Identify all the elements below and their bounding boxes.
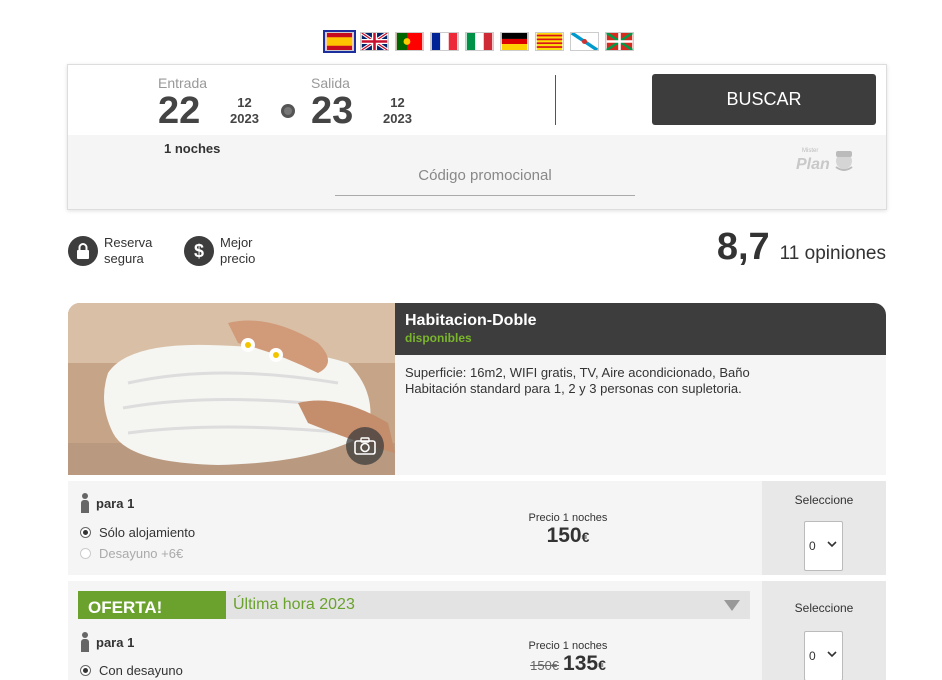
checkout-month-year[interactable]: 12 2023 [383,95,412,127]
secure-line2: segura [104,251,144,266]
secure-line1: Reserva [104,235,153,250]
person-icon [80,632,90,652]
select-value: 0 [809,539,816,553]
price-currency: € [598,657,606,673]
chevron-down-icon [827,539,837,551]
date-separator-icon [281,104,295,118]
board-option-room-only[interactable]: Sólo alojamiento [80,525,195,540]
svg-text:Mister: Mister [802,148,818,154]
select-label: Seleccione [794,601,854,615]
spain-flag-icon[interactable] [323,30,356,53]
dollar-icon: $ [184,236,214,266]
galicia-flag-icon[interactable] [570,32,599,51]
board-option-label: Desayuno +6€ [99,546,184,561]
checkout-label: Salida [311,75,350,91]
room-quantity-select[interactable]: 0 [804,521,843,571]
germany-flag-icon[interactable] [500,32,529,51]
price-label: Precio 1 noches [528,640,608,652]
radio-button[interactable] [80,527,91,538]
room-card: Habitacion-Doble disponibles Superficie:… [68,303,886,475]
france-flag-icon[interactable] [430,32,459,51]
best-price-line1: Mejor [220,235,253,250]
language-selector [323,30,634,53]
best-price-line2: precio [220,251,256,266]
room-photo[interactable] [68,303,395,475]
checkin-label: Entrada [158,75,208,91]
rating-summary[interactable]: 8,7 11 opiniones [717,226,886,269]
radio-button[interactable] [80,665,91,676]
checkin-date[interactable]: Entrada 22 [158,75,207,130]
catalonia-flag-icon[interactable] [535,32,564,51]
italy-flag-icon[interactable] [465,32,494,51]
radio-button[interactable] [80,548,91,559]
board-option-label: Sólo alojamiento [99,525,196,540]
old-price: 150€ [530,658,560,673]
search-button[interactable]: BUSCAR [652,74,876,125]
best-price-badge: $ Mejor precio [184,235,255,267]
checkout-month: 12 [390,95,405,110]
lock-icon [68,236,98,266]
uk-flag-icon[interactable] [360,32,389,51]
room-quantity-select[interactable]: 0 [804,631,843,680]
booking-search-panel: Entrada 22 12 2023 Salida 23 12 2023 BUS… [67,64,887,210]
basque-flag-icon[interactable] [605,32,634,51]
price-currency: € [581,529,590,545]
portugal-flag-icon[interactable] [395,32,424,51]
room-features: Superficie: 16m2, WIFI gratis, TV, Aire … [405,365,750,380]
promo-code-input[interactable] [335,156,635,196]
rating-score: 8,7 [716,226,770,268]
board-option-with-breakfast[interactable]: Con desayuno [80,663,183,678]
person-icon [80,493,90,513]
select-label: Seleccione [794,493,854,507]
board-option-breakfast[interactable]: Desayuno +6€ [80,546,183,561]
price-value: 150 [546,524,582,547]
camera-icon[interactable] [346,427,384,465]
offer-name: Última hora 2023 [233,596,355,613]
checkin-month: 12 [237,95,252,110]
svg-text:Plan: Plan [796,156,830,173]
offer-tag: OFERTA! [78,591,226,619]
occupancy-label: para 1 [96,495,135,511]
checkin-month-year[interactable]: 12 2023 [230,95,259,127]
checkout-year: 2023 [383,111,412,126]
occupancy: para 1 [80,493,134,513]
room-availability: disponibles [405,331,472,345]
checkin-year: 2023 [230,111,259,126]
checkout-date[interactable]: Salida 23 [311,75,353,130]
room-quantity-panel: Seleccione 0 [762,581,886,680]
room-header: Habitacion-Doble disponibles [395,303,886,355]
occupancy-label: para 1 [96,634,135,650]
price-label: Precio 1 noches [528,512,608,524]
checkout-day: 23 [311,90,354,132]
select-value: 0 [809,649,816,663]
offer-rate-row: OFERTA! Última hora 2023 para 1 Con desa… [68,581,886,680]
room-title: Habitacion-Doble [405,312,537,329]
room-description: Habitación standard para 1, 2 y 3 person… [405,381,742,396]
offer-banner[interactable]: OFERTA! Última hora 2023 [78,591,750,619]
divider [555,75,556,125]
mister-plan-logo: Mister Plan [794,143,858,177]
expand-arrow-icon[interactable] [724,600,740,611]
nights-count: 1 noches [164,141,221,156]
chevron-down-icon [827,649,837,661]
rating-opinions: 11 opiniones [779,243,886,264]
rate-row: para 1 Sólo alojamiento Desayuno +6€ Pre… [68,481,886,575]
price-value: 135 [563,652,599,675]
secure-booking-badge: Reserva segura [68,235,152,267]
room-details: Superficie: 16m2, WIFI gratis, TV, Aire … [395,355,886,475]
checkin-day: 22 [158,90,201,132]
room-quantity-panel: Seleccione 0 [762,481,886,575]
rate-price: Precio 1 noches 150€ [488,512,648,548]
occupancy: para 1 [80,632,134,652]
offer-price: Precio 1 noches 150€ 135€ [488,640,648,676]
board-option-label: Con desayuno [99,663,183,678]
